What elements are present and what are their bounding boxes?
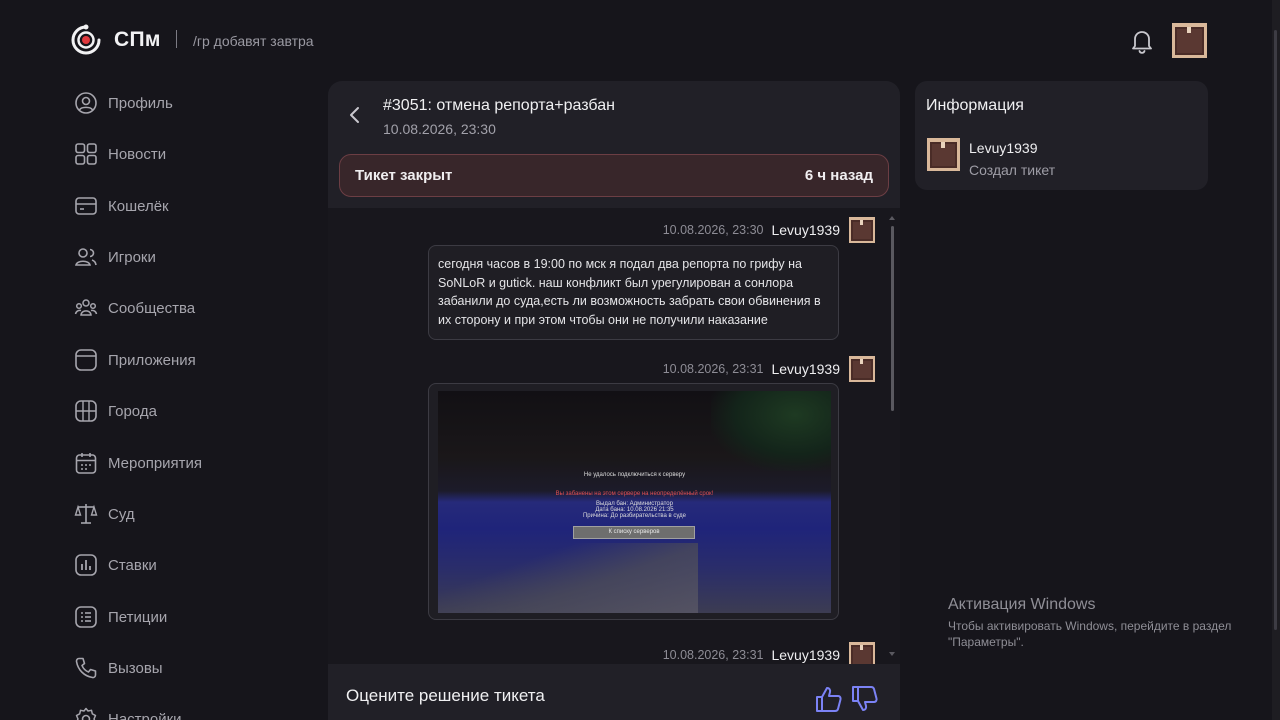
sidebar-item-label: Настройки [108,710,182,720]
scales-icon [74,504,98,524]
message-time: 10.08.2026, 23:30 [662,223,764,237]
screenshot-image[interactable]: Не удалось подключиться к серверу Вы заб… [438,391,831,613]
screenshot-text: Причина: До разбирательства в суде [582,513,687,519]
sidebar-item-calls[interactable]: Вызовы [70,645,300,691]
list-icon [75,606,97,628]
sidebar-item-events[interactable]: Мероприятия [70,440,300,486]
user-avatar[interactable] [1172,23,1207,58]
brand-name: СПм [114,28,161,51]
chart-icon [75,554,97,576]
gear-icon [75,707,97,720]
thumbs-up-icon[interactable] [814,684,844,714]
info-title: Информация [926,97,1024,114]
windows-activation-title: Активация Windows [948,596,1096,613]
image-grass [711,391,831,471]
sidebar-item-profile[interactable]: Профиль [70,80,300,126]
author-avatar[interactable] [849,356,875,382]
ticket-panel: #3051: отмена репорта+разбан 10.08.2026,… [328,81,900,720]
windows-activation-text: Чтобы активировать Windows, перейдите в … [948,619,1232,649]
image-attachment[interactable]: Не удалось подключиться к серверу Вы заб… [428,383,839,620]
thumbs-down-icon[interactable] [850,684,880,714]
sidebar-item-bets[interactable]: Ставки [70,542,300,588]
rating-bar: Оцените решение тикета [328,664,900,720]
header-tagline: /гр добавят завтра [193,33,314,49]
chat-scrollbar[interactable] [888,216,896,656]
user-icon [75,92,97,114]
sidebar-item-label: Города [108,402,157,420]
page-scrollbar[interactable] [1272,0,1280,720]
sidebar-item-petitions[interactable]: Петиции [70,594,300,640]
ticket-status-banner: Тикет закрыт 6 ч назад [339,154,889,197]
screenshot-text: Вы забанены на этом сервере на неопредел… [555,491,714,497]
message-author[interactable]: Levuy1939 [771,647,840,663]
scrollbar-thumb[interactable] [891,226,894,411]
wallet-icon [75,197,97,215]
sidebar-item-label: Кошелёк [108,197,169,215]
map-icon [75,400,97,422]
sidebar-item-communities[interactable]: Сообщества [70,285,300,331]
creator-username[interactable]: Levuy1939 [969,140,1038,156]
message-header: 10.08.2026, 23:30 Levuy1939 [663,216,875,244]
sidebar-item-label: Суд [108,505,135,523]
status-label: Тикет закрыт [355,167,453,184]
sidebar-item-label: Приложения [108,351,196,369]
message-author[interactable]: Levuy1939 [771,361,840,377]
sidebar-item-apps[interactable]: Приложения [70,337,300,383]
sidebar-item-label: Сообщества [108,299,196,317]
sidebar-item-label: Ставки [108,556,157,574]
sidebar-item-label: Мероприятия [108,454,203,472]
screenshot-text: Не удалось подключиться к серверу [583,472,686,478]
ticket-title: #3051: отмена репорта+разбан [383,97,615,114]
message-header: 10.08.2026, 23:31 Levuy1939 [663,355,875,383]
sidebar-item-news[interactable]: Новости [70,131,300,177]
message-header: 10.08.2026, 23:31 Levuy1939 [663,641,875,664]
screenshot-button: К списку серверов [573,526,695,539]
message-author[interactable]: Levuy1939 [771,222,840,238]
ticket-date: 10.08.2026, 23:30 [383,121,496,137]
rating-label: Оцените решение тикета [346,686,545,705]
image-stone [438,543,698,613]
scroll-down-arrow-icon[interactable] [889,652,895,656]
grid-icon [75,143,97,165]
sidebar-item-court[interactable]: Суд [70,491,300,537]
sidebar-item-label: Профиль [108,94,173,112]
sidebar-item-cities[interactable]: Города [70,388,300,434]
header-divider [176,30,177,48]
app-icon [75,349,97,371]
app-logo[interactable] [70,23,102,57]
message-list[interactable]: 10.08.2026, 23:30 Levuy1939 сегодня часо… [328,208,900,664]
creator-role: Создал тикет [969,162,1056,178]
sidebar-item-wallet[interactable]: Кошелёк [70,183,300,229]
calendar-icon [75,453,97,474]
creator-avatar[interactable] [927,138,960,171]
sidebar-item-label: Новости [108,145,167,163]
page-scrollbar-thumb[interactable] [1274,30,1277,630]
bell-icon[interactable] [1129,27,1155,55]
sidebar-item-label: Петиции [108,608,168,626]
message-bubble: сегодня часов в 19:00 по мск я подал два… [428,245,839,340]
info-panel: Информация Levuy1939 Создал тикет [915,81,1208,190]
community-icon [74,299,98,316]
status-time: 6 ч назад [804,167,873,184]
message-time: 10.08.2026, 23:31 [662,648,764,662]
author-avatar[interactable] [849,217,875,243]
sidebar-item-label: Игроки [108,248,156,266]
message-text: сегодня часов в 19:00 по мск я подал два… [438,257,821,328]
author-avatar[interactable] [849,642,875,664]
sidebar-item-players[interactable]: Игроки [70,234,300,280]
phone-icon [75,657,97,679]
sidebar-item-label: Вызовы [108,659,163,677]
users-icon [75,248,97,266]
message-time: 10.08.2026, 23:31 [662,362,764,376]
back-arrow-icon[interactable] [343,103,367,127]
scroll-up-arrow-icon[interactable] [889,216,895,220]
sidebar-item-settings[interactable]: Настройки [70,696,300,720]
